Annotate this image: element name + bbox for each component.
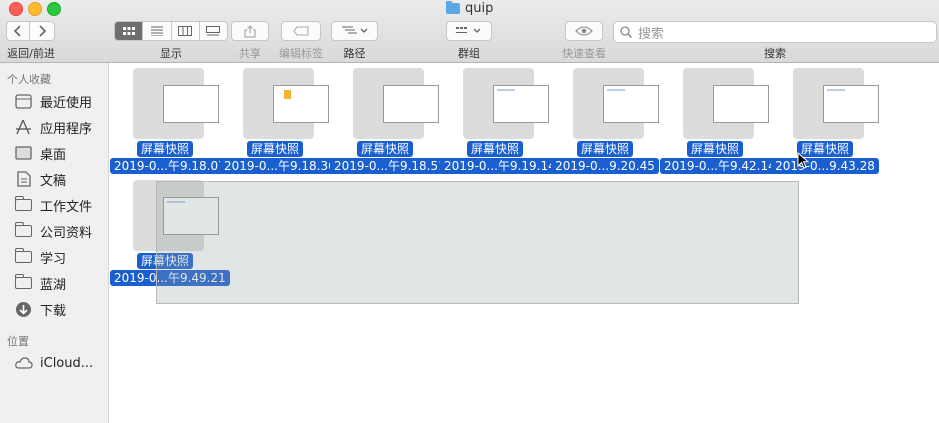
share-label: 共享 [239,47,261,60]
sidebar-item-lanhu[interactable]: 蓝湖 [14,273,66,293]
path-label: 路径 [343,47,366,60]
search-input[interactable]: 搜索 [638,23,664,42]
sidebar-item-downloads[interactable]: 下载 [14,299,66,319]
file-name-line2: 2019-0...午9.19.14 [440,158,560,174]
search-icon [620,26,632,38]
sidebar-item-recents[interactable]: 最近使用 [14,91,92,111]
quick-look-label: 快速查看 [562,47,606,60]
file-name-line1: 屏幕快照 [136,141,193,157]
back-forward-label: 返回/前进 [7,47,55,60]
applications-icon [14,119,33,135]
columns-icon [178,26,193,36]
file-name-line2: 2019-0...午9.18.36 [220,158,340,174]
folder-icon [14,196,33,213]
window-title-text: quip [465,0,494,16]
file-thumbnail [683,68,769,139]
file-thumbnail [243,68,329,139]
sidebar-item-label: 应用程序 [40,121,93,137]
toolbar: quip 返回/前进 显示 共享 编辑标签 路径 群组 快速查看 搜索 搜索 [0,0,939,63]
minimize-window-button[interactable] [28,2,42,16]
selection-marquee [156,181,799,304]
file-thumbnail [133,68,219,139]
file-name-line1: 屏幕快照 [576,141,633,157]
sidebar-item-documents[interactable]: 文稿 [14,169,66,189]
sidebar-item-label: 下载 [40,303,67,319]
close-window-button[interactable] [9,2,23,16]
file-name-line2: 2019-0...9.43.28 [771,158,879,174]
icon-view-button[interactable] [115,22,144,40]
file-thumbnail [793,68,879,139]
downloads-icon [14,301,33,317]
window-title: quip [446,0,493,16]
sidebar-item-work-files[interactable]: 工作文件 [14,195,92,215]
documents-icon [14,171,33,187]
search-label: 搜索 [764,47,786,60]
group-button[interactable] [446,21,492,41]
file-thumbnail [463,68,549,139]
folder-icon [14,222,33,239]
recents-icon [14,93,33,109]
sidebar-item-icloud[interactable]: iCloud... [14,353,93,373]
file-name-line2: 2019-0...午9.18.07 [110,158,230,174]
sidebar-item-label: 最近使用 [40,95,93,111]
path-icon [341,26,367,34]
share-icon [244,24,256,38]
file-name-line2: 2019-0...午9.42.14 [660,158,780,174]
share-button[interactable] [231,21,269,41]
sidebar-item-label: 公司资料 [40,225,93,241]
edit-tags-label: 编辑标签 [279,47,323,60]
folder-icon [14,274,33,291]
file-thumbnail [353,68,439,139]
locations-header: 位置 [7,335,29,348]
grid-icon [122,26,135,35]
search-field[interactable]: 搜索 [613,21,937,43]
list-icon [150,26,163,36]
folder-icon [446,0,460,14]
sidebar-item-label: 学习 [40,251,67,267]
sidebar-item-label: 桌面 [40,147,67,163]
quick-look-button[interactable] [565,21,603,41]
sidebar-item-desktop[interactable]: 桌面 [14,143,66,163]
file-thumbnail [573,68,659,139]
folder-icon [14,248,33,265]
chevron-right-icon [39,25,46,37]
file-name-line2: 2019-0...9.20.45 [551,158,659,174]
chevron-left-icon [14,25,21,37]
group-icon [456,27,481,33]
view-mode-segmented-control [114,21,228,41]
file-name-line1: 屏幕快照 [686,141,743,157]
list-view-button[interactable] [143,22,172,40]
gallery-view-button[interactable] [200,22,227,40]
sidebar-item-label: 文稿 [40,173,67,189]
sidebar: 个人收藏 最近使用 应用程序 桌面 文稿 工作文件 公司资料 学习 蓝湖 下载 … [0,63,109,423]
tag-icon [293,26,309,36]
desktop-icon [14,145,33,161]
sidebar-item-label: 蓝湖 [40,277,67,293]
file-name-line1: 屏幕快照 [246,141,303,157]
eye-icon [575,26,593,36]
zoom-window-button[interactable] [47,2,61,16]
group-label: 群组 [458,47,480,60]
mouse-cursor-icon [797,152,809,169]
favorites-header: 个人收藏 [7,73,51,86]
file-name-line1: 屏幕快照 [356,141,413,157]
edit-tags-button[interactable] [281,21,321,41]
icloud-icon [14,355,33,371]
sidebar-item-company-docs[interactable]: 公司资料 [14,221,92,241]
path-button[interactable] [331,21,378,41]
sidebar-item-study[interactable]: 学习 [14,247,66,267]
back-button[interactable] [6,21,30,41]
file-name-line2: 2019-0...午9.18.51 [330,158,450,174]
sidebar-item-label: 工作文件 [40,199,93,215]
gallery-icon [206,26,221,36]
column-view-button[interactable] [172,22,200,40]
file-name-line1: 屏幕快照 [466,141,523,157]
view-label: 显示 [160,47,182,60]
forward-button[interactable] [30,21,55,41]
sidebar-item-applications[interactable]: 应用程序 [14,117,92,137]
sidebar-item-label: iCloud... [40,355,94,371]
